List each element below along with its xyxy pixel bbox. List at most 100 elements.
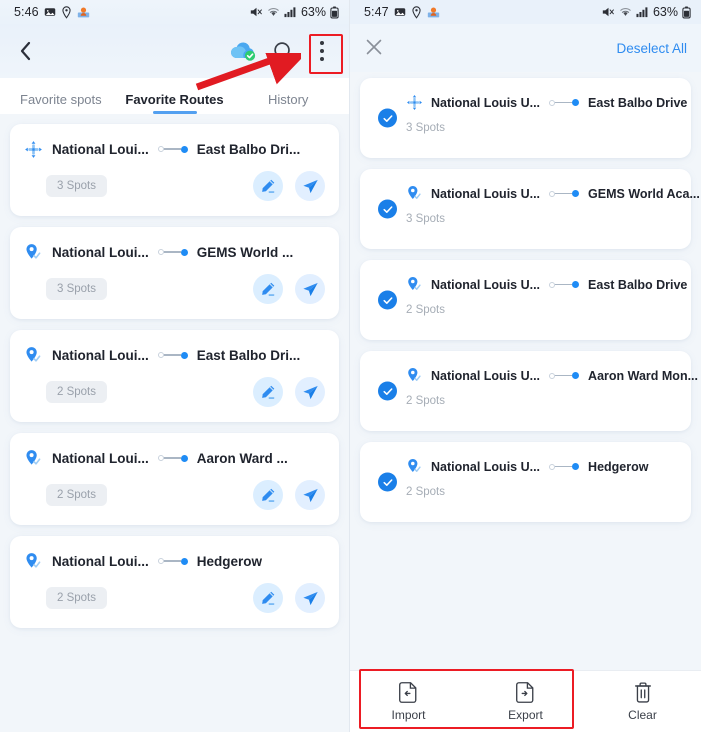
edit-route-button[interactable] <box>253 480 283 510</box>
send-route-button[interactable] <box>295 171 325 201</box>
connector-line <box>163 148 181 150</box>
tab-favorite-routes[interactable]: Favorite Routes <box>118 92 232 114</box>
connector-end-dot <box>572 190 580 197</box>
selection-list[interactable]: National Louis U... East Balbo Drive 3 S… <box>350 72 701 670</box>
app-bar-actions <box>228 34 335 68</box>
status-time: 5:47 <box>364 5 389 19</box>
checkbox-checked-icon[interactable] <box>378 381 397 401</box>
favorite-routes-list[interactable]: National Loui... East Balbo Dri... 3 Spo… <box>0 114 349 732</box>
cloud-synced-icon[interactable] <box>228 40 258 62</box>
tab-favorite-spots[interactable]: Favorite spots <box>4 92 118 114</box>
wifi-icon <box>619 6 632 18</box>
close-icon[interactable] <box>364 37 386 59</box>
back-button[interactable] <box>14 40 36 62</box>
selection-card-header: National Louis U... East Balbo Drive <box>406 276 687 293</box>
mute-icon <box>602 6 615 18</box>
route-card[interactable]: National Loui... Aaron Ward ... 2 Spots <box>10 433 339 525</box>
route-connector <box>549 99 580 106</box>
move-arrows-icon <box>406 94 426 111</box>
route-start-name: National Loui... <box>52 141 149 157</box>
route-card[interactable]: National Loui... Hedgerow 2 Spots <box>10 536 339 628</box>
tab-bar: Favorite spots Favorite Routes History <box>0 78 349 114</box>
route-destination-name: Hedgerow <box>588 459 649 474</box>
search-icon[interactable] <box>272 40 295 63</box>
connector-line <box>163 251 181 253</box>
map-pin-check-icon <box>24 552 46 571</box>
route-start-name: National Loui... <box>52 450 149 466</box>
connector-line <box>163 560 181 562</box>
connector-end-dot <box>572 99 580 106</box>
route-destination-name: Aaron Ward Mon... <box>588 368 698 383</box>
connector-line <box>555 192 573 195</box>
connector-end-dot <box>572 281 580 288</box>
export-label: Export <box>508 708 543 722</box>
route-card[interactable]: National Loui... East Balbo Dri... 2 Spo… <box>10 330 339 422</box>
route-card[interactable]: National Loui... GEMS World ... 3 Spots <box>10 227 339 319</box>
deselect-all-button[interactable]: Deselect All <box>616 41 687 56</box>
send-route-button[interactable] <box>295 377 325 407</box>
selection-card-header: National Louis U... Hedgerow <box>406 458 679 475</box>
clear-label: Clear <box>628 708 657 722</box>
status-bar-left-group: 5:47 <box>364 5 440 19</box>
spots-badge: 2 Spots <box>46 381 107 403</box>
location-icon <box>61 5 72 19</box>
selection-card[interactable]: National Louis U... East Balbo Drive 2 S… <box>360 260 691 340</box>
connector-end-dot <box>180 454 188 462</box>
route-connector <box>157 557 188 565</box>
map-person-icon <box>77 6 90 19</box>
status-time: 5:46 <box>14 5 39 19</box>
edit-route-button[interactable] <box>253 377 283 407</box>
send-route-button[interactable] <box>295 480 325 510</box>
route-card-footer: 2 Spots <box>24 480 325 510</box>
selection-card[interactable]: National Louis U... East Balbo Drive 3 S… <box>360 78 691 158</box>
selection-card-header: National Louis U... GEMS World Aca... <box>406 185 700 202</box>
map-pin-check-icon <box>406 276 426 293</box>
map-pin-check-icon <box>24 243 46 262</box>
trash-icon <box>633 681 653 704</box>
route-connector <box>549 372 580 379</box>
tab-history[interactable]: History <box>231 92 345 114</box>
map-pin-check-icon <box>406 185 426 202</box>
spots-count: 2 Spots <box>406 304 445 316</box>
route-start-name: National Louis U... <box>431 277 541 292</box>
connector-line <box>555 283 573 286</box>
kebab-menu-icon[interactable] <box>309 34 335 68</box>
route-card-footer: 2 Spots <box>24 377 325 407</box>
route-destination-name: East Balbo Drive <box>588 95 688 110</box>
send-route-button[interactable] <box>295 583 325 613</box>
send-route-button[interactable] <box>295 274 325 304</box>
route-card-actions <box>253 583 325 613</box>
route-connector <box>549 190 580 197</box>
route-connector <box>549 281 580 288</box>
route-card-header: National Loui... GEMS World ... <box>24 241 325 263</box>
checkbox-checked-icon[interactable] <box>378 290 397 310</box>
bottom-action-bar: Import Export Clear <box>350 669 701 732</box>
edit-route-button[interactable] <box>253 171 283 201</box>
route-connector <box>157 351 188 359</box>
map-person-icon <box>427 6 440 19</box>
route-card[interactable]: National Loui... East Balbo Dri... 3 Spo… <box>10 124 339 216</box>
edit-route-button[interactable] <box>253 274 283 304</box>
edit-route-button[interactable] <box>253 583 283 613</box>
file-export-icon <box>515 681 536 704</box>
battery-icon <box>330 6 339 19</box>
selection-card[interactable]: National Louis U... Aaron Ward Mon... 2 … <box>360 351 698 431</box>
connector-end-dot <box>180 145 188 153</box>
status-bar-left-group: 5:46 <box>14 5 90 19</box>
spots-badge: 3 Spots <box>46 278 107 300</box>
signal-icon <box>636 6 649 18</box>
selection-card[interactable]: National Louis U... GEMS World Aca... 3 … <box>360 169 700 249</box>
spots-badge: 2 Spots <box>46 587 107 609</box>
import-button[interactable]: Import <box>350 681 467 722</box>
checkbox-checked-icon[interactable] <box>378 108 397 128</box>
clear-button[interactable]: Clear <box>584 681 701 722</box>
spots-count: 3 Spots <box>406 213 445 225</box>
selection-card[interactable]: National Louis U... Hedgerow 2 Spots <box>360 442 691 522</box>
connector-line <box>555 465 573 468</box>
checkbox-checked-icon[interactable] <box>378 199 397 219</box>
route-card-footer: 3 Spots <box>24 274 325 304</box>
connector-line <box>163 457 181 459</box>
export-button[interactable]: Export <box>467 681 584 722</box>
route-card-header: National Loui... East Balbo Dri... <box>24 344 325 366</box>
checkbox-checked-icon[interactable] <box>378 472 397 492</box>
